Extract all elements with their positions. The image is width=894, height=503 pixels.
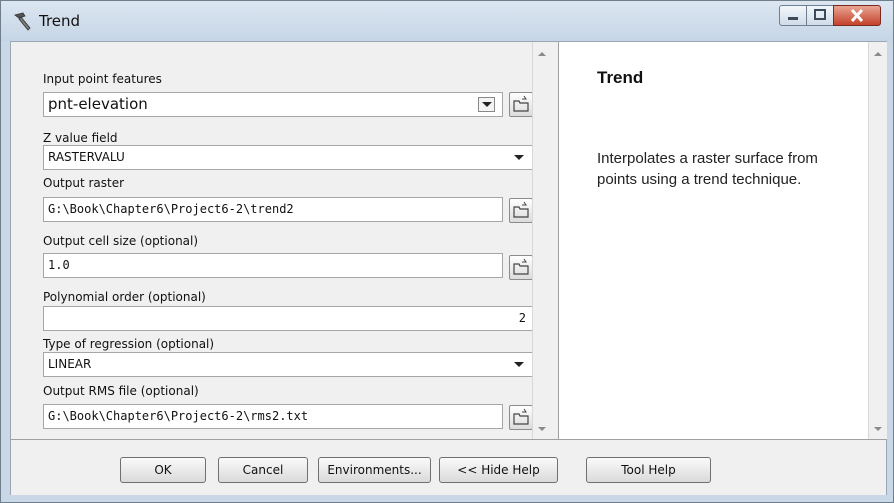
close-icon: [850, 8, 864, 23]
title-bar[interactable]: Trend: [1, 1, 893, 41]
polynomial-order-label: Polynomial order (optional): [43, 290, 206, 304]
dialog-body: Input point features pnt-elevation Z val…: [10, 41, 887, 495]
chevron-down-icon: [514, 362, 524, 367]
type-of-regression-select[interactable]: LINEAR: [43, 352, 533, 377]
polynomial-order-input[interactable]: 2: [43, 306, 533, 331]
type-of-regression-value: LINEAR: [48, 357, 92, 371]
output-rms-file-input[interactable]: G:\Book\Chapter6\Project6-2\rms2.txt: [43, 404, 503, 429]
output-raster-browse-button[interactable]: [509, 198, 533, 223]
scroll-up-icon[interactable]: [538, 52, 546, 56]
help-title: Trend: [597, 68, 644, 87]
minimize-button[interactable]: [779, 5, 807, 26]
z-value-field-value: RASTERVALU: [48, 150, 125, 164]
environments-button[interactable]: Environments...: [318, 457, 431, 483]
maximize-icon: [814, 9, 826, 20]
scroll-up-icon[interactable]: [874, 52, 882, 56]
type-of-regression-label: Type of regression (optional): [43, 337, 215, 351]
output-raster-value: G:\Book\Chapter6\Project6-2\trend2: [48, 202, 294, 216]
output-cell-size-input[interactable]: 1.0: [43, 253, 503, 278]
help-scrollbar[interactable]: [868, 42, 887, 439]
input-point-features-value: pnt-elevation: [48, 95, 148, 113]
ok-button[interactable]: OK: [120, 457, 206, 483]
close-button[interactable]: [833, 5, 881, 26]
output-rms-file-label: Output RMS file (optional): [43, 384, 199, 398]
input-point-features-field[interactable]: pnt-elevation: [43, 92, 503, 117]
help-panel: Trend Interpolates a raster surface from…: [558, 42, 869, 439]
input-point-features-browse-button[interactable]: [509, 92, 533, 117]
parameters-panel: Input point features pnt-elevation Z val…: [11, 42, 551, 439]
help-description: Interpolates a raster surface from point…: [597, 150, 818, 188]
button-bar: OK Cancel Environments... << Hide Help T…: [11, 439, 886, 495]
polynomial-order-value: 2: [518, 311, 526, 325]
output-cell-size-label: Output cell size (optional): [43, 234, 199, 248]
z-value-field-select[interactable]: RASTERVALU: [43, 145, 533, 170]
tool-help-button[interactable]: Tool Help: [586, 457, 711, 483]
parameters-scrollbar[interactable]: [532, 42, 551, 439]
input-point-features-label: Input point features: [43, 72, 162, 86]
folder-icon: [513, 408, 529, 425]
chevron-down-icon: [482, 102, 492, 107]
chevron-down-icon: [514, 155, 524, 160]
z-value-field-label: Z value field: [43, 131, 118, 145]
maximize-button[interactable]: [806, 5, 834, 26]
output-cell-size-value: 1.0: [48, 258, 70, 272]
folder-icon: [513, 258, 529, 275]
hide-help-button[interactable]: << Hide Help: [439, 457, 558, 483]
output-raster-input[interactable]: G:\Book\Chapter6\Project6-2\trend2: [43, 197, 503, 222]
trend-dialog: Trend Input point features pnt-elevation…: [0, 0, 894, 503]
output-raster-label: Output raster: [43, 176, 125, 190]
output-rms-file-browse-button[interactable]: [509, 405, 533, 430]
output-rms-file-value: G:\Book\Chapter6\Project6-2\rms2.txt: [48, 409, 309, 423]
input-point-features-dropdown[interactable]: [478, 97, 495, 112]
window-title: Trend: [39, 12, 81, 30]
hammer-icon: [14, 12, 31, 31]
output-cell-size-browse-button[interactable]: [509, 255, 533, 280]
minimize-icon: [788, 17, 798, 20]
scroll-down-icon[interactable]: [538, 427, 546, 431]
cancel-button[interactable]: Cancel: [218, 457, 308, 483]
folder-icon: [513, 95, 529, 112]
folder-icon: [513, 201, 529, 218]
scroll-down-icon[interactable]: [874, 427, 882, 431]
